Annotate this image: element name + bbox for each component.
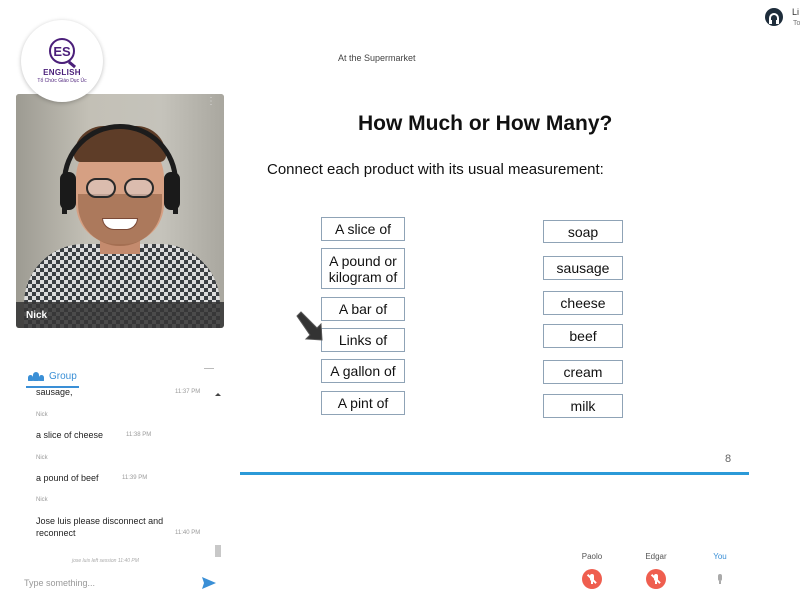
measurement-box: A slice of	[321, 217, 405, 241]
logo-subtitle: Tổ Chức Giáo Dục Úc	[37, 78, 87, 84]
participant-name: Edgar	[645, 552, 667, 561]
participant-name: Paolo	[581, 552, 603, 561]
slide-subtitle: At the Supermarket	[338, 53, 416, 63]
logo-monogram: ES	[49, 38, 75, 64]
chat-message-sender: Nick	[36, 497, 48, 503]
send-icon[interactable]	[202, 577, 216, 589]
product-box: beef	[543, 324, 623, 348]
chat-message-text: Jose luis please disconnect and reconnec…	[36, 516, 164, 538]
chat-message-time: 11:40 PM	[175, 530, 201, 536]
video-options-icon[interactable]: ⋮	[206, 97, 216, 107]
measurement-box: Links of	[321, 328, 405, 352]
headset-earcup-left	[60, 172, 76, 210]
user-name: Li	[792, 7, 800, 17]
participant-edgar: Edgar	[636, 552, 676, 589]
user-avatar[interactable]	[765, 8, 783, 26]
slide-progress-line	[240, 472, 749, 475]
group-icon	[28, 371, 44, 381]
chat-message-list: sausage, 11:37 PM Nick a slice of cheese…	[16, 386, 216, 566]
mic-muted-icon[interactable]	[646, 569, 666, 589]
teacher-video-tile: ⋮ Nick	[16, 94, 224, 328]
participant-name: You	[713, 552, 727, 561]
logo-name: ENGLISH	[43, 68, 81, 77]
chat-scrollbar-thumb[interactable]	[215, 545, 221, 557]
chat-message-time: 11:39 PM	[122, 475, 148, 481]
chat-message-text: a pound of beef	[36, 473, 99, 483]
chat-tab-group[interactable]: Group	[26, 366, 79, 388]
chat-message-time: 11:38 PM	[126, 432, 152, 438]
mic-icon[interactable]	[710, 569, 730, 589]
user-status: To	[793, 20, 800, 27]
video-caption: Nick	[16, 302, 224, 328]
brand-logo: ES ENGLISH Tổ Chức Giáo Dục Úc	[21, 20, 103, 102]
participant-you: You	[700, 552, 740, 589]
headphones-icon	[769, 13, 779, 24]
product-box: cream	[543, 360, 623, 384]
lesson-screen: ES ENGLISH Tổ Chức Giáo Dục Úc ⋮ Nick Gr…	[0, 0, 800, 600]
slide-instruction: Connect each product with its usual meas…	[267, 161, 604, 178]
measurement-box: A pound or kilogram of	[321, 248, 405, 289]
measurement-box: A gallon of	[321, 359, 405, 383]
measurement-box: A pint of	[321, 391, 405, 415]
mic-muted-icon[interactable]	[582, 569, 602, 589]
chat-panel: Group sausage, 11:37 PM Nick a slice of …	[16, 360, 228, 600]
chat-message-sender: Nick	[36, 412, 48, 418]
chat-minimize-button[interactable]	[204, 368, 214, 369]
chat-message-sender: Nick	[36, 455, 48, 461]
product-box: sausage	[543, 256, 623, 280]
slide-title: How Much or How Many?	[358, 112, 613, 135]
product-box: soap	[543, 220, 623, 243]
product-box: milk	[543, 394, 623, 418]
participant-paolo: Paolo	[572, 552, 612, 589]
chat-message-text: a slice of cheese	[36, 430, 104, 440]
chat-session-note: jose luis left session 11:40 PM	[72, 558, 139, 564]
slide-page-number: 8	[725, 453, 732, 465]
headset-earcup-right	[164, 172, 180, 210]
pointer-arrow-icon	[296, 311, 323, 341]
glasses	[86, 178, 156, 198]
product-box: cheese	[543, 291, 623, 315]
chat-message-text: sausage,	[36, 387, 73, 397]
chat-scroll-up-icon[interactable]	[215, 393, 221, 396]
chat-message-input[interactable]	[24, 574, 194, 592]
chat-tab-label: Group	[49, 370, 77, 382]
measurement-box: A bar of	[321, 297, 405, 321]
chat-message-time: 11:37 PM	[175, 389, 201, 395]
video-participant-name: Nick	[26, 310, 48, 321]
